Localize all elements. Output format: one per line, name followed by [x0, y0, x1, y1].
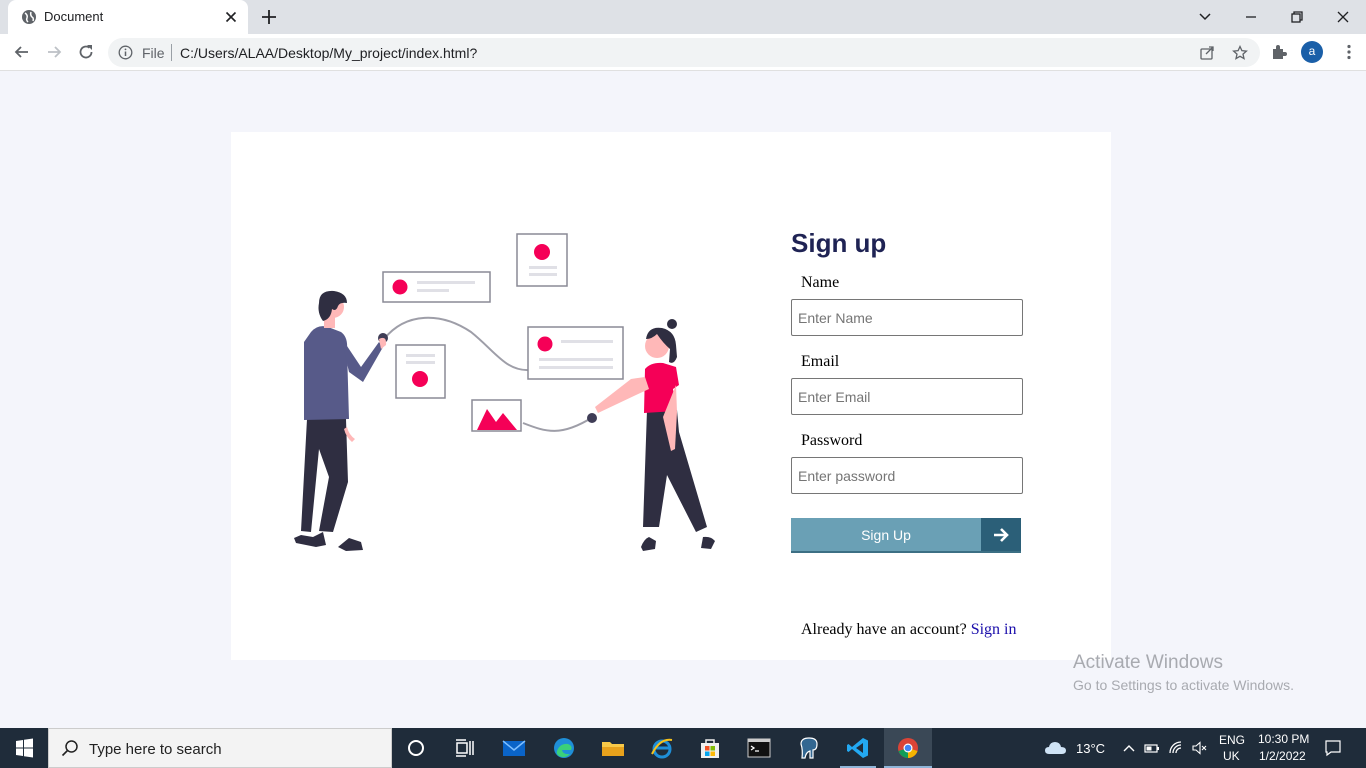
password-input[interactable] — [791, 457, 1023, 494]
clock-date[interactable]: 1/2/2022 — [1259, 749, 1306, 763]
volume-muted-icon[interactable] — [1191, 740, 1207, 756]
reload-icon[interactable] — [76, 42, 96, 62]
signin-link[interactable]: Sign in — [971, 621, 1017, 638]
vscode-app[interactable] — [834, 728, 882, 768]
edge-app[interactable] — [540, 728, 588, 768]
taskbar-search-placeholder: Type here to search — [89, 741, 222, 758]
email-input[interactable] — [791, 378, 1023, 415]
activate-windows-watermark: Activate Windows Go to Settings to activ… — [1073, 652, 1294, 693]
weather-cloud-icon[interactable] — [1044, 740, 1068, 756]
store-icon — [701, 739, 719, 758]
windows-start-icon[interactable] — [0, 728, 48, 768]
address-bar[interactable]: File C:/Users/ALAA/Desktop/My_project/in… — [108, 38, 1260, 67]
mail-app[interactable] — [490, 728, 538, 768]
chevron-up-icon[interactable] — [1121, 740, 1137, 756]
tab-title: Document — [44, 9, 104, 24]
file-explorer-app[interactable] — [589, 728, 637, 768]
url-divider — [171, 44, 172, 61]
url-scheme: File — [142, 45, 165, 61]
chrome-app[interactable] — [884, 728, 932, 768]
profile-avatar[interactable]: a — [1301, 41, 1323, 63]
signup-heading: Sign up — [791, 228, 887, 258]
vscode-icon — [847, 738, 868, 758]
cortana-button[interactable] — [392, 728, 440, 768]
elephant-icon — [800, 737, 818, 759]
wifi-icon[interactable] — [1168, 740, 1184, 756]
chrome-icon — [898, 738, 918, 758]
input-language[interactable]: ENG — [1219, 733, 1245, 747]
more-menu-icon[interactable] — [1340, 43, 1358, 61]
browser-tab-strip: Document — [0, 0, 1366, 34]
close-tab-icon[interactable] — [222, 8, 240, 26]
store-app[interactable] — [686, 728, 734, 768]
signup-button-label: Sign Up — [861, 527, 911, 543]
browser-tab[interactable]: Document — [8, 0, 248, 34]
signup-arrow-box — [981, 518, 1021, 551]
task-view-icon — [456, 739, 474, 757]
tab-search-icon[interactable] — [1195, 7, 1215, 27]
password-label: Password — [801, 432, 863, 449]
email-label: Email — [801, 353, 840, 370]
clock-time[interactable]: 10:30 PM — [1258, 732, 1309, 746]
signup-button[interactable]: Sign Up — [791, 518, 1021, 553]
restore-icon[interactable] — [1287, 7, 1307, 27]
battery-icon[interactable] — [1144, 740, 1160, 756]
name-label: Name — [801, 274, 840, 291]
mail-icon — [502, 740, 526, 756]
taskbar-search-box[interactable]: Type here to search — [48, 728, 392, 768]
cortana-icon — [408, 740, 424, 756]
notification-icon[interactable] — [1324, 739, 1342, 757]
signin-prompt-text: Already have an account? — [801, 621, 971, 638]
info-icon[interactable] — [118, 45, 133, 60]
search-icon — [61, 740, 78, 757]
internet-explorer-app[interactable] — [638, 728, 686, 768]
share-icon[interactable] — [1199, 45, 1215, 61]
bookmark-star-icon[interactable] — [1232, 45, 1248, 61]
minimize-icon[interactable] — [1241, 7, 1261, 27]
extensions-puzzle-icon[interactable] — [1270, 43, 1288, 61]
internet-explorer-icon — [651, 738, 673, 759]
globe-icon — [22, 10, 36, 24]
forward-arrow-icon[interactable] — [44, 42, 64, 62]
browser-toolbar: File C:/Users/ALAA/Desktop/My_project/in… — [0, 34, 1366, 71]
url-text[interactable]: C:/Users/ALAA/Desktop/My_project/index.h… — [180, 45, 477, 61]
folder-icon — [602, 742, 624, 756]
terminal-app[interactable] — [735, 728, 783, 768]
edge-icon — [554, 738, 574, 758]
name-input[interactable] — [791, 299, 1023, 336]
signup-card: Sign up Name Email Password Sign Up Alre… — [231, 132, 1111, 660]
activate-subtitle: Go to Settings to activate Windows. — [1073, 677, 1294, 693]
activate-title: Activate Windows — [1073, 652, 1223, 673]
arrow-right-icon — [994, 528, 1009, 542]
close-window-icon[interactable] — [1333, 7, 1353, 27]
weather-temperature[interactable]: 13°C — [1076, 741, 1105, 756]
signup-illustration — [294, 233, 715, 551]
input-region[interactable]: UK — [1223, 749, 1240, 763]
new-tab-icon[interactable] — [259, 7, 279, 27]
postgres-app[interactable] — [785, 728, 833, 768]
task-view-button[interactable] — [440, 728, 488, 768]
signin-prompt: Already have an account? Sign in — [801, 621, 1016, 639]
terminal-icon — [747, 738, 771, 758]
back-arrow-icon[interactable] — [12, 42, 32, 62]
windows-taskbar: Type here to search 13°C ENG UK 10:30 PM… — [0, 728, 1366, 768]
